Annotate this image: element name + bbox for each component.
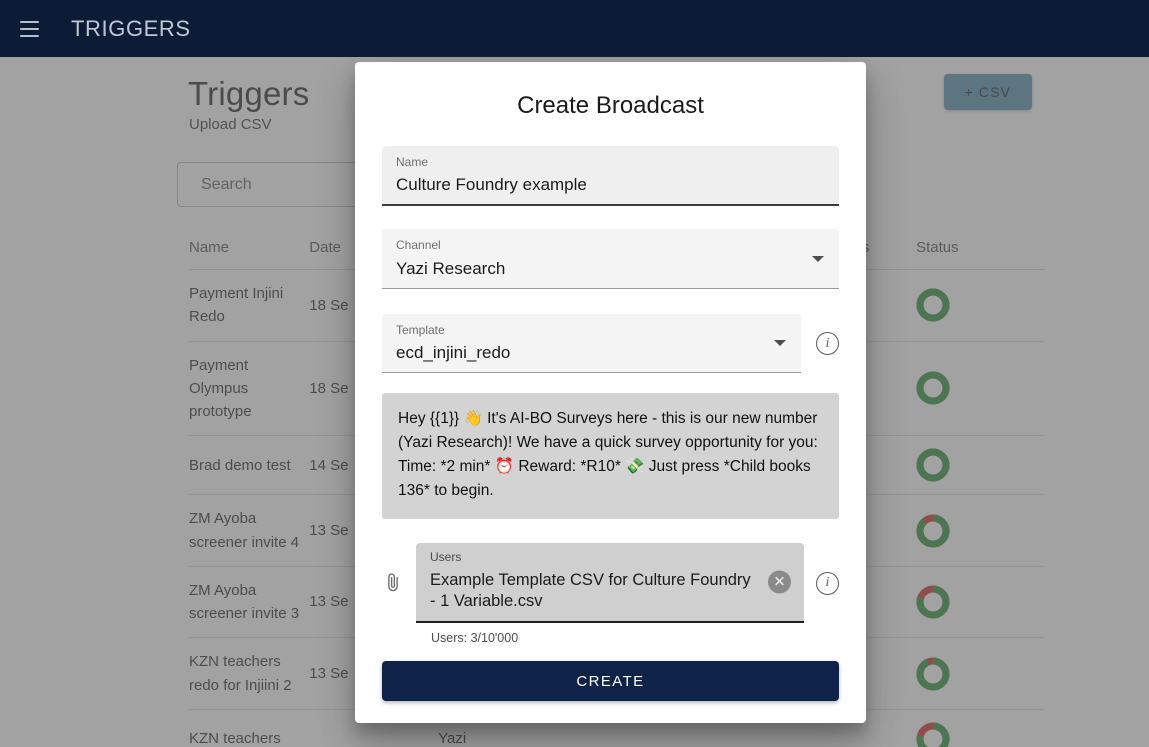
- template-select-value: ecd_injini_redo: [396, 343, 511, 363]
- channel-select[interactable]: Channel Yazi Research: [382, 229, 839, 289]
- app-title: TRIGGERS: [71, 15, 191, 41]
- hamburger-menu-icon[interactable]: [12, 12, 46, 46]
- app-root: TRIGGERS Triggers Upload CSV + CSV Searc…: [0, 0, 1149, 747]
- dialog-title: Create Broadcast: [517, 92, 704, 119]
- users-upload-row: Users Example Template CSV for Culture F…: [382, 543, 839, 624]
- name-field[interactable]: Name Culture Foundry example: [382, 146, 839, 207]
- paperclip-icon[interactable]: [382, 570, 404, 596]
- channel-select-label: Channel: [396, 238, 441, 253]
- clear-circle-icon[interactable]: ✕: [768, 570, 791, 594]
- users-field-value: Example Template CSV for Culture Foundry…: [430, 570, 751, 611]
- create-button[interactable]: CREATE: [382, 661, 839, 701]
- chevron-down-icon[interactable]: [774, 340, 786, 347]
- chevron-down-icon[interactable]: [812, 255, 824, 262]
- template-select-label: Template: [396, 322, 445, 337]
- template-select[interactable]: Template ecd_injini_redo: [382, 313, 801, 374]
- create-broadcast-dialog: Create Broadcast Name Culture Foundry ex…: [355, 62, 866, 723]
- template-row: Template ecd_injini_redo i: [382, 313, 839, 374]
- users-file-field[interactable]: Users Example Template CSV for Culture F…: [416, 543, 804, 624]
- message-preview: Hey {{1}} 👋 It's AI-BO Surveys here - th…: [382, 393, 839, 520]
- template-info-icon[interactable]: i: [816, 332, 839, 356]
- channel-select-value: Yazi Research: [396, 258, 506, 278]
- app-header: TRIGGERS: [0, 0, 1149, 57]
- name-field-value: Culture Foundry example: [396, 175, 587, 195]
- users-count-hint: Users: 3/10'000: [431, 631, 519, 646]
- name-field-label: Name: [396, 155, 429, 169]
- users-field-label: Users: [430, 550, 462, 565]
- users-info-icon[interactable]: i: [816, 571, 839, 595]
